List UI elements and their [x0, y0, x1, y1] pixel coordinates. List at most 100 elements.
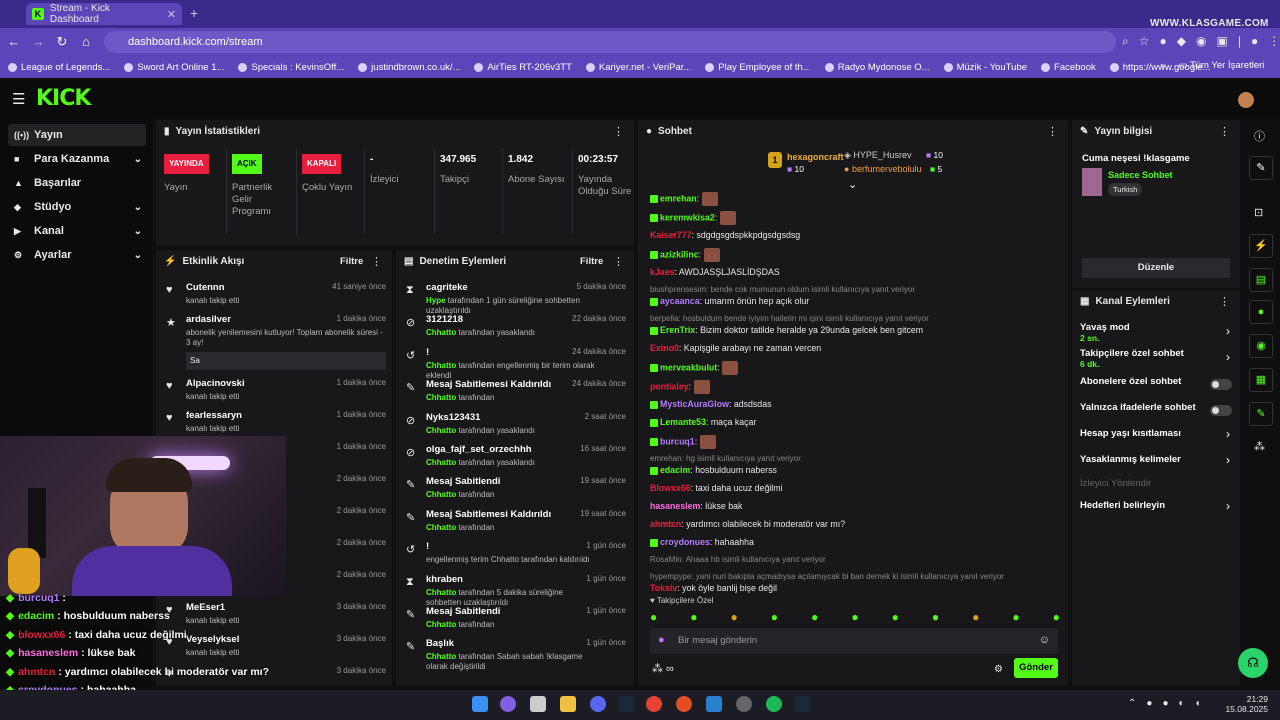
hamburger-menu-icon[interactable]: ☰ [12, 90, 25, 108]
reload-icon[interactable]: ↻ [54, 34, 70, 50]
nodes-icon[interactable]: ⁂ [1254, 440, 1265, 453]
close-tab-icon[interactable]: ✕ [167, 8, 176, 21]
chat-username[interactable]: ErenTrix [660, 325, 695, 335]
channel-action-0[interactable]: Yavaş mod 2 sn. [1080, 322, 1232, 343]
chevron-down-icon[interactable]: ⌄ [134, 226, 142, 237]
moderation-target[interactable]: ! [426, 347, 429, 358]
browser-menu-icon[interactable]: ⋮ [1268, 34, 1280, 49]
activity-username[interactable]: fearlessaryn [186, 410, 242, 421]
moderator-name[interactable]: Chhatto [426, 458, 456, 467]
bookmark-item[interactable]: Radyo Mydonose O... [824, 62, 930, 73]
chevron-right-icon[interactable]: › [1226, 324, 1230, 338]
url-input[interactable]: dashboard.kick.com/stream [104, 31, 1116, 53]
kick-logo[interactable]: KICK [36, 86, 91, 111]
emoji-picker-icon[interactable]: ☺ [1039, 634, 1050, 646]
chat-username[interactable]: Kaiser777 [650, 230, 692, 240]
forward-icon[interactable]: → [30, 34, 46, 49]
lightning-icon[interactable]: ⚡ [1249, 234, 1273, 258]
moderation-target[interactable]: cagriteke [426, 282, 468, 293]
chevron-down-icon[interactable]: ⌄ [134, 202, 142, 213]
top-gifter-2[interactable]: ◈ HYPE_Husrev [844, 150, 911, 161]
chat-username[interactable]: aycaanca [660, 296, 700, 306]
bookmark-item[interactable]: Müzik - YouTube [943, 62, 1027, 73]
activity-username[interactable]: Cutennn [186, 282, 225, 293]
moderator-name[interactable]: Chhatto [426, 393, 456, 402]
moderator-name[interactable]: Hype [426, 296, 446, 305]
sidebar-item-para kazanma[interactable]: ■ Para Kazanma ⌄ [8, 148, 146, 170]
moderator-name[interactable]: Chhatto [426, 426, 456, 435]
moderation-target[interactable]: olga_fajf_set_orzechhh [426, 444, 532, 455]
chat-username[interactable]: merveakbulut [660, 362, 717, 372]
support-headset-icon[interactable]: ☊ [1238, 648, 1268, 678]
chat-username[interactable]: ahmtcn [650, 519, 681, 529]
chat-username[interactable]: edacim [660, 465, 690, 475]
sidebar-item-başarılar[interactable]: ▲ Başarılar [8, 172, 146, 194]
chat-menu-icon[interactable]: ⋮ [1047, 125, 1058, 138]
emote-icon[interactable]: ● [771, 610, 778, 624]
chat-username[interactable]: Exino0 [650, 343, 679, 353]
extensions-puzzle-icon[interactable]: ▣ [1216, 34, 1227, 49]
moderation-filter-button[interactable]: Filtre [580, 256, 603, 267]
microphone-icon[interactable]: ● [658, 634, 665, 646]
stream-info-menu-icon[interactable]: ⋮ [1219, 125, 1230, 138]
tray-chevron-icon[interactable]: ⌃ [1128, 698, 1136, 709]
emote-icon[interactable]: ● [1012, 610, 1019, 624]
category-name[interactable]: Sadece Sohbet [1108, 170, 1173, 180]
chat-username[interactable]: croydonues [660, 537, 710, 547]
chevron-down-icon[interactable]: ⌄ [134, 250, 142, 261]
channel-actions-menu-icon[interactable]: ⋮ [1219, 295, 1230, 308]
mic-icon[interactable]: ● [1162, 698, 1168, 709]
explorer-icon[interactable] [560, 696, 576, 712]
emote-icon[interactable]: ● [690, 610, 697, 624]
chat-username[interactable]: Blowxx66 [650, 483, 691, 493]
chat-username[interactable]: kJaes [650, 267, 674, 277]
activity-filter-button[interactable]: Filtre [340, 256, 363, 267]
expand-chevron-icon[interactable]: ⌄ [848, 178, 857, 191]
moderation-target[interactable]: khraben [426, 574, 463, 585]
emote-icon[interactable]: ● [1053, 610, 1060, 624]
emote-icon[interactable]: ● [851, 610, 858, 624]
clock[interactable]: 21:29 15.08.2025 [1224, 694, 1268, 714]
app-icon[interactable] [706, 696, 722, 712]
spotify-icon[interactable] [766, 696, 782, 712]
tray-icon[interactable]: ● [1146, 698, 1152, 709]
bookmark-item[interactable]: Sword Art Online 1... [124, 62, 224, 73]
chevron-down-icon[interactable]: ⌄ [134, 154, 142, 165]
channel-action-7[interactable]: Hedefleri belirleyin [1080, 500, 1232, 511]
channel-action-6[interactable]: İzleyici Yönlendir [1080, 478, 1232, 489]
chevron-right-icon[interactable]: › [1226, 427, 1230, 441]
emote-icon[interactable]: ● [892, 610, 899, 624]
browser-tab[interactable]: K Stream - Kick Dashboard ✕ [26, 3, 182, 25]
bookmark-item[interactable]: Facebook [1041, 62, 1096, 73]
toggle-switch[interactable] [1210, 379, 1232, 390]
activity-username[interactable]: Alpacinovski [186, 378, 245, 389]
network-icon[interactable]: ◐ [1178, 698, 1184, 709]
sidebar-item-stüdyo[interactable]: ◆ Stüdyo ⌄ [8, 196, 146, 218]
chat-input-placeholder[interactable]: Bir mesaj gönderin [678, 635, 757, 646]
moderator-name[interactable]: Chhatto [426, 588, 456, 597]
bookmark-star-icon[interactable]: ☆ [1139, 34, 1150, 49]
bookmark-item[interactable]: Specials : KevinsOff... [238, 62, 344, 73]
moderation-target[interactable]: 3121218 [426, 314, 463, 325]
copilot-icon[interactable] [500, 696, 516, 712]
back-icon[interactable]: ← [6, 34, 22, 49]
chevron-right-icon[interactable]: › [1226, 499, 1230, 513]
bookmark-item[interactable]: AirTies RT-206v3TT [474, 62, 572, 73]
channel-action-1[interactable]: Takipçilere özel sohbet 6 dk. [1080, 348, 1232, 369]
channel-action-4[interactable]: Hesap yaşı kısıtlaması [1080, 428, 1232, 439]
zoom-icon[interactable]: ⌕ [1122, 34, 1129, 49]
bookmark-item[interactable]: Kariyer.net - VeriPar... [585, 62, 691, 73]
top-gifter-1-name[interactable]: hexagoncraft [787, 152, 844, 162]
app-icon[interactable] [736, 696, 752, 712]
moderation-target[interactable]: Mesaj Sabitlemesi Kaldırıldı [426, 379, 551, 390]
moderation-target[interactable]: Mesaj Sabitlendi [426, 606, 500, 617]
activity-menu-icon[interactable]: ⋮ [371, 255, 382, 268]
emote-icon[interactable]: ● [731, 610, 738, 624]
volume-icon[interactable]: ◖ [1195, 698, 1201, 709]
moderator-name[interactable]: Chhatto [426, 652, 456, 661]
top-gifter-3[interactable]: ● berfumervebolulu [844, 164, 921, 174]
moderator-name[interactable]: Chhatto [426, 620, 456, 629]
store-icon[interactable] [530, 696, 546, 712]
sidebar-item-kanal[interactable]: ▶ Kanal ⌄ [8, 220, 146, 242]
pencil-icon[interactable]: ✎ [1249, 156, 1273, 180]
